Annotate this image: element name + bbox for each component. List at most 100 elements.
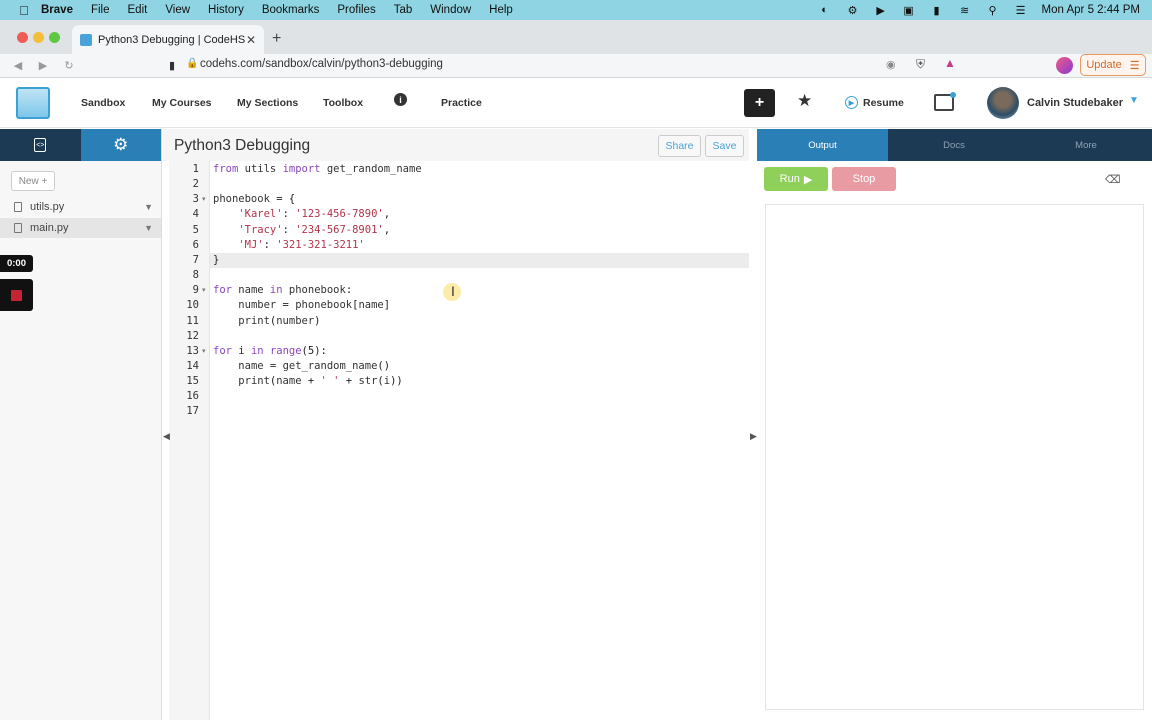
forward-icon[interactable]: ▶ (36, 59, 50, 72)
line-number: 1 (192, 163, 199, 175)
settings-gear-icon[interactable]: ⚙ (846, 4, 860, 17)
menu-history[interactable]: History (208, 4, 244, 16)
run-label: Run (779, 173, 800, 185)
line-number: 13 (186, 344, 199, 357)
share-button[interactable]: Share (658, 135, 701, 157)
file-name: utils.py (30, 201, 65, 213)
code-line: } (213, 253, 220, 266)
brave-shield-icon[interactable]: ⛨ (916, 57, 925, 72)
file-name: main.py (30, 222, 69, 234)
code-editor[interactable]: from utils import get_random_name phonebo… (210, 161, 749, 720)
brave-rewards-icon[interactable]: ▲ (944, 56, 956, 70)
line-number: 14 (186, 359, 199, 372)
codehs-header: Sandbox My Courses My Sections Toolbox i… (0, 79, 1152, 128)
new-tab-icon[interactable]: + (272, 30, 281, 48)
update-button[interactable]: Update ☰ (1080, 54, 1146, 76)
gear-icon: ⚙ (113, 135, 129, 154)
close-tab-icon[interactable]: ✕ (246, 33, 256, 47)
fold-arrow-icon[interactable]: ▾ (202, 283, 206, 298)
search-icon[interactable]: ⚲ (986, 4, 1000, 17)
wifi-icon[interactable]: ≋ (958, 4, 972, 17)
battery-icon[interactable]: ▮ (930, 4, 944, 17)
star-icon[interactable]: ★ (797, 91, 812, 111)
lock-icon: 🔒 (186, 58, 199, 69)
line-number: 6 (192, 238, 199, 251)
menu-profiles[interactable]: Profiles (337, 4, 375, 16)
user-name[interactable]: Calvin Studebaker (1027, 97, 1123, 109)
line-number: 8 (192, 269, 199, 282)
update-label: Update (1086, 59, 1122, 71)
create-plus-button[interactable]: + (744, 89, 775, 117)
display-icon[interactable]: ▣ (902, 4, 916, 17)
menu-bookmarks[interactable]: Bookmarks (262, 4, 320, 16)
new-file-button[interactable]: New + (11, 171, 55, 191)
camera-permission-icon[interactable]: ◉ (886, 58, 896, 71)
profile-icon[interactable] (1056, 57, 1073, 74)
nav-sandbox[interactable]: Sandbox (81, 97, 125, 109)
settings-tab[interactable]: ⚙ (80, 129, 161, 161)
file-item-main[interactable]: main.py ▼ (0, 218, 161, 238)
menu-window[interactable]: Window (430, 4, 471, 16)
menubar-clock[interactable]: Mon Apr 5 2:44 PM (1042, 4, 1140, 16)
tab-more[interactable]: More (1020, 129, 1152, 161)
control-center-icon[interactable]: ☰ (1014, 4, 1028, 17)
line-number: 4 (192, 208, 199, 221)
codehs-favicon-icon (80, 33, 92, 46)
minimize-window-button[interactable] (33, 32, 44, 43)
output-tabs: Output Docs More (757, 129, 1152, 161)
apple-icon[interactable]:  (17, 3, 31, 18)
code-line: number = phonebook[name] (238, 299, 391, 312)
back-icon[interactable]: ◀ (11, 59, 25, 72)
menu-app-name[interactable]: Brave (41, 4, 73, 16)
fold-arrow-icon[interactable]: ▾ (202, 192, 206, 207)
chevron-down-icon[interactable]: ▼ (144, 223, 153, 233)
stop-square-icon (11, 289, 22, 301)
reload-icon[interactable]: ↻ (62, 59, 76, 72)
run-button[interactable]: Run ▶ (764, 167, 828, 191)
browser-tab[interactable]: Python3 Debugging | CodeHS ✕ (72, 25, 264, 54)
line-number: 2 (192, 178, 199, 191)
info-icon[interactable]: i (394, 93, 407, 106)
code-line: phonebook = { (213, 193, 296, 206)
chevron-down-icon[interactable]: ▼ (1129, 95, 1139, 106)
console-output[interactable] (765, 204, 1144, 710)
play-icon: ▶ (845, 96, 858, 109)
tab-output[interactable]: Output (757, 129, 888, 161)
nav-practice[interactable]: Practice (441, 97, 482, 109)
save-button[interactable]: Save (705, 135, 744, 157)
codehs-logo[interactable] (16, 87, 50, 119)
nav-toolbox[interactable]: Toolbox (323, 97, 363, 109)
menu-edit[interactable]: Edit (128, 4, 148, 16)
resume-label: Resume (863, 96, 904, 109)
zoom-window-button[interactable] (49, 32, 60, 43)
close-window-button[interactable] (17, 32, 28, 43)
browser-tab-bar: Python3 Debugging | CodeHS ✕ + (0, 20, 1152, 54)
menu-view[interactable]: View (165, 4, 190, 16)
text-cursor-icon: I (451, 283, 455, 299)
avatar[interactable] (987, 87, 1019, 119)
contrast-icon[interactable]: ◐ (818, 4, 832, 16)
chevron-down-icon[interactable]: ▼ (144, 202, 153, 212)
collapse-left-icon[interactable]: ◀ (163, 431, 170, 442)
collapse-right-icon[interactable]: ▶ (750, 431, 757, 442)
clear-console-icon[interactable]: ⌫ (1105, 173, 1121, 186)
page-title: Python3 Debugging (174, 137, 311, 154)
url-field[interactable]: codehs.com/sandbox/calvin/python3-debugg… (200, 58, 443, 70)
stop-recording-button[interactable] (0, 279, 33, 311)
menu-file[interactable]: File (91, 4, 110, 16)
menu-tab[interactable]: Tab (394, 4, 413, 16)
play-circle-icon[interactable]: ▶ (874, 4, 888, 17)
file-item-utils[interactable]: utils.py ▼ (0, 197, 161, 217)
code-line: name = get_random_name() (238, 359, 391, 372)
resume-button[interactable]: ▶ Resume (845, 96, 904, 109)
fold-arrow-icon[interactable]: ▾ (202, 344, 206, 359)
files-tab[interactable]: <> (0, 129, 81, 161)
output-panel: Output Docs More Run ▶ Stop ⌫ (757, 129, 1152, 720)
stop-button[interactable]: Stop (832, 167, 896, 191)
editor-header: Python3 Debugging Share Save (163, 129, 749, 161)
nav-my-courses[interactable]: My Courses (152, 97, 212, 109)
tab-docs[interactable]: Docs (888, 129, 1020, 161)
menu-help[interactable]: Help (489, 4, 513, 16)
bookmark-icon[interactable]: ▮ (165, 59, 179, 72)
nav-my-sections[interactable]: My Sections (237, 97, 298, 109)
